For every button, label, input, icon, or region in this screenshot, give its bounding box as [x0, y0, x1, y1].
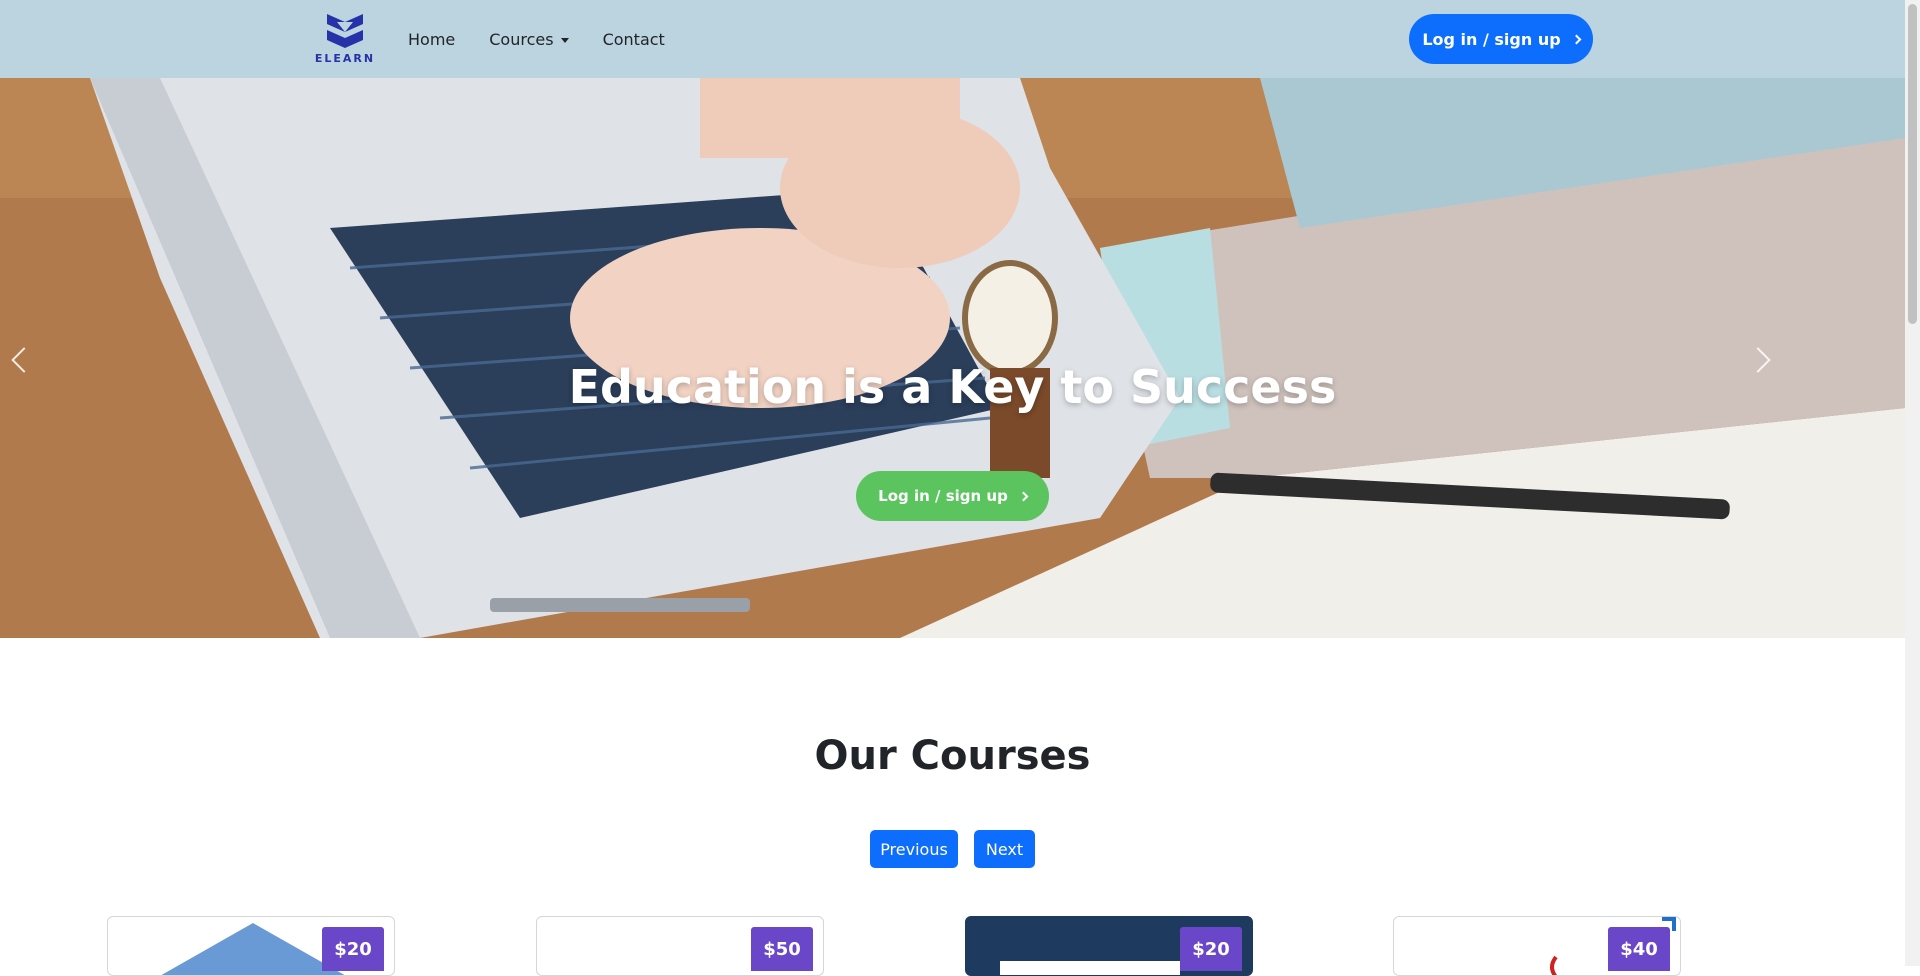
- elearn-logo-icon: [327, 14, 363, 48]
- chevron-right-icon: [1018, 491, 1029, 501]
- brand-logo[interactable]: ELEARN: [312, 12, 378, 68]
- previous-button[interactable]: Previous: [870, 830, 958, 868]
- next-button[interactable]: Next: [974, 830, 1035, 868]
- login-signup-button[interactable]: Log in / sign up: [1409, 14, 1593, 64]
- chevron-right-icon: [1571, 34, 1582, 44]
- course-card[interactable]: $50: [536, 916, 824, 976]
- login-signup-label: Log in / sign up: [1422, 29, 1561, 49]
- page-scrollbar[interactable]: [1905, 0, 1920, 966]
- price-badge: $40: [1608, 927, 1670, 971]
- hero-carousel: Education is a Key to Success Log in / s…: [0, 78, 1905, 638]
- course-card[interactable]: $40: [1393, 916, 1681, 976]
- hero-login-signup-button[interactable]: Log in / sign up: [856, 471, 1049, 521]
- nav-link-courses-label: Cources: [489, 29, 554, 49]
- nav-link-home[interactable]: Home: [408, 30, 455, 49]
- scrollbar-thumb[interactable]: [1908, 4, 1917, 324]
- nav-links: Home Cources Contact: [408, 0, 699, 78]
- hero-title: Education is a Key to Success: [568, 360, 1337, 414]
- price-badge: $50: [751, 927, 813, 971]
- caret-down-icon: [560, 37, 569, 43]
- courses-section-title: Our Courses: [814, 733, 1091, 779]
- navbar: ELEARN Home Cources Contact Log in / sig…: [0, 0, 1905, 78]
- price-badge: $20: [322, 927, 384, 971]
- nav-link-courses[interactable]: Cources: [489, 29, 569, 49]
- course-card[interactable]: $20: [107, 916, 395, 976]
- brand-name: ELEARN: [314, 52, 376, 65]
- price-badge: $20: [1180, 927, 1242, 971]
- course-card[interactable]: $20: [965, 916, 1253, 976]
- hero-login-signup-label: Log in / sign up: [878, 487, 1008, 505]
- hero-background-image: [0, 78, 1905, 638]
- nav-link-contact[interactable]: Contact: [603, 30, 665, 49]
